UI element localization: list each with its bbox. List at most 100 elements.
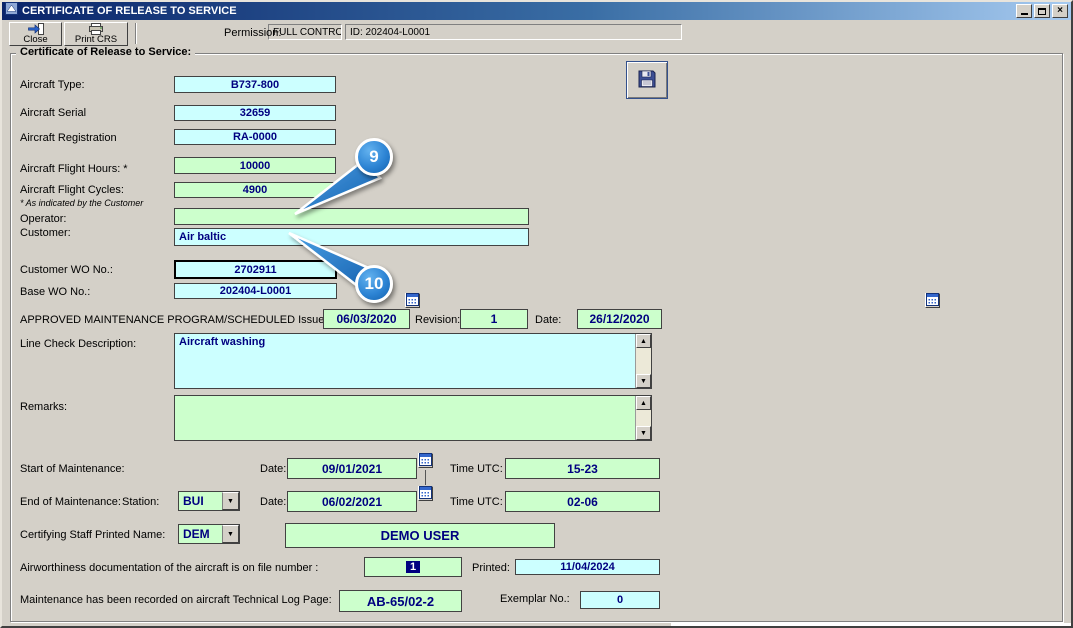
aircraft-type-field[interactable]: B737-800 [174,76,336,93]
file-number-field[interactable]: 1 [364,557,462,577]
arrow-down-icon: ▼ [640,377,647,385]
flight-cycles-field[interactable]: 4900 [174,182,336,198]
certifying-staff-name-value: DEMO USER [380,528,460,543]
station-combo[interactable]: BUI ▼ [178,491,240,511]
flight-cycles-value: 4900 [242,184,268,196]
exemplar-field[interactable]: 0 [580,591,660,609]
exemplar-label: Exemplar No.: [500,593,570,605]
calendar-icon [926,292,939,309]
printed-date-field[interactable]: 11/04/2024 [515,559,660,575]
print-crs-button[interactable]: Print CRS [64,22,128,46]
remarks-scrollbar[interactable]: ▲ ▼ [635,396,651,440]
amp-issue-value: 06/03/2020 [336,312,397,326]
end-time-field[interactable]: 02-06 [505,491,660,512]
aircraft-serial-label: Aircraft Serial [20,107,87,119]
end-time-value: 02-06 [567,494,598,509]
window-title: CERTIFICATE OF RELEASE TO SERVICE [22,5,237,17]
calendar-connector-line [425,470,426,485]
printed-label: Printed: [472,562,510,574]
flight-cycles-label: Aircraft Flight Cycles: [20,184,124,196]
end-date-value: 06/02/2021 [321,494,383,509]
customer-indication-note: * As indicated by the Customer [20,198,144,208]
record-id-value: ID: 202404-L0001 [345,24,682,40]
amp-date-calendar-button[interactable] [925,292,940,309]
operator-field[interactable] [174,208,529,225]
amp-date-label: Date: [535,314,562,326]
close-button[interactable]: Close [9,22,62,46]
customer-wo-value: 2702911 [234,263,277,276]
titlebar: CERTIFICATE OF RELEASE TO SERVICE × [2,2,1071,20]
customer-field[interactable]: Air baltic [174,228,529,246]
calendar-icon [406,292,419,309]
amp-date-field[interactable]: 26/12/2020 [577,309,662,329]
remarks-field[interactable]: ▲ ▼ [174,395,652,441]
line-check-field[interactable]: Aircraft washing ▲ ▼ [174,333,652,389]
arrow-up-icon: ▲ [640,337,647,345]
callout-step-9: 9 [355,138,393,176]
base-wo-value: 202404-L0001 [219,285,292,297]
tech-log-label: Maintenance has been recorded on aircraf… [20,594,332,606]
start-time-field[interactable]: 15-23 [505,458,660,479]
scroll-down-button[interactable]: ▼ [636,374,651,388]
customer-value: Air baltic [179,231,227,243]
minimize-button[interactable] [1016,4,1032,18]
operator-label: Operator: [20,213,67,225]
flight-hours-label: Aircraft Flight Hours: * [20,163,128,175]
chevron-down-icon: ▼ [227,497,234,505]
callout-10-number: 10 [364,274,384,293]
file-number-value: 1 [405,561,421,573]
certifying-staff-combo[interactable]: DEM ▼ [178,524,240,544]
chevron-down-icon: ▼ [227,530,234,538]
maximize-button[interactable] [1034,4,1050,18]
aircraft-registration-field[interactable]: RA-0000 [174,129,336,145]
permission-label: Permission: [224,27,282,39]
scroll-up-button[interactable]: ▲ [636,334,651,348]
close-window-icon: × [1057,5,1063,16]
aircraft-serial-value: 32659 [239,107,271,119]
line-check-scrollbar[interactable]: ▲ ▼ [635,334,651,388]
start-date-field[interactable]: 09/01/2021 [287,458,417,479]
certifying-staff-dropdown-button[interactable]: ▼ [222,525,239,543]
toolbar-separator [135,23,137,44]
base-wo-label: Base WO No.: [20,286,91,298]
station-dropdown-button[interactable]: ▼ [222,492,239,510]
callout-step-10: 10 [355,265,393,303]
amp-revision-value: 1 [490,312,498,326]
amp-issue-field[interactable]: 06/03/2020 [323,309,410,329]
calendar-icon [419,485,432,502]
save-button[interactable] [626,61,668,99]
background-strip [671,623,1071,626]
end-date-field[interactable]: 06/02/2021 [287,491,417,512]
scroll-down-button[interactable]: ▼ [636,426,651,440]
end-date-calendar-button[interactable] [418,485,433,502]
line-check-text: Aircraft washing [179,336,266,348]
end-maintenance-label: End of Maintenance: [20,496,121,508]
flight-hours-field[interactable]: 10000 [174,157,336,174]
flight-hours-value: 10000 [239,159,271,172]
aircraft-registration-label: Aircraft Registration [20,132,117,144]
aircraft-type-value: B737-800 [230,78,280,91]
remarks-label: Remarks: [20,401,68,413]
window-controls: × [1016,4,1068,18]
exemplar-value: 0 [616,594,624,606]
issue-calendar-button[interactable] [405,292,420,309]
arrow-down-icon: ▼ [640,429,647,437]
airworthiness-label: Airworthiness documentation of the aircr… [20,562,319,574]
app-icon [5,2,18,20]
amp-label: APPROVED MAINTENANCE PROGRAM/SCHEDULED I… [20,314,331,326]
aircraft-serial-field[interactable]: 32659 [174,105,336,121]
amp-revision-field[interactable]: 1 [460,309,528,329]
start-time-value: 15-23 [567,461,598,476]
tech-log-page-field[interactable]: AB-65/02-2 [339,590,462,612]
amp-revision-label: Revision: [415,314,461,326]
close-window-button[interactable]: × [1052,4,1068,18]
start-date-calendar-button[interactable] [418,452,433,469]
calendar-icon [419,452,432,469]
maximize-icon [1038,7,1046,15]
certifying-staff-name-field[interactable]: DEMO USER [285,523,555,548]
scroll-up-button[interactable]: ▲ [636,396,651,410]
minimize-icon [1020,13,1028,15]
end-time-label: Time UTC: [450,496,503,508]
base-wo-field[interactable]: 202404-L0001 [174,283,337,299]
customer-wo-field[interactable]: 2702911 [174,260,337,279]
